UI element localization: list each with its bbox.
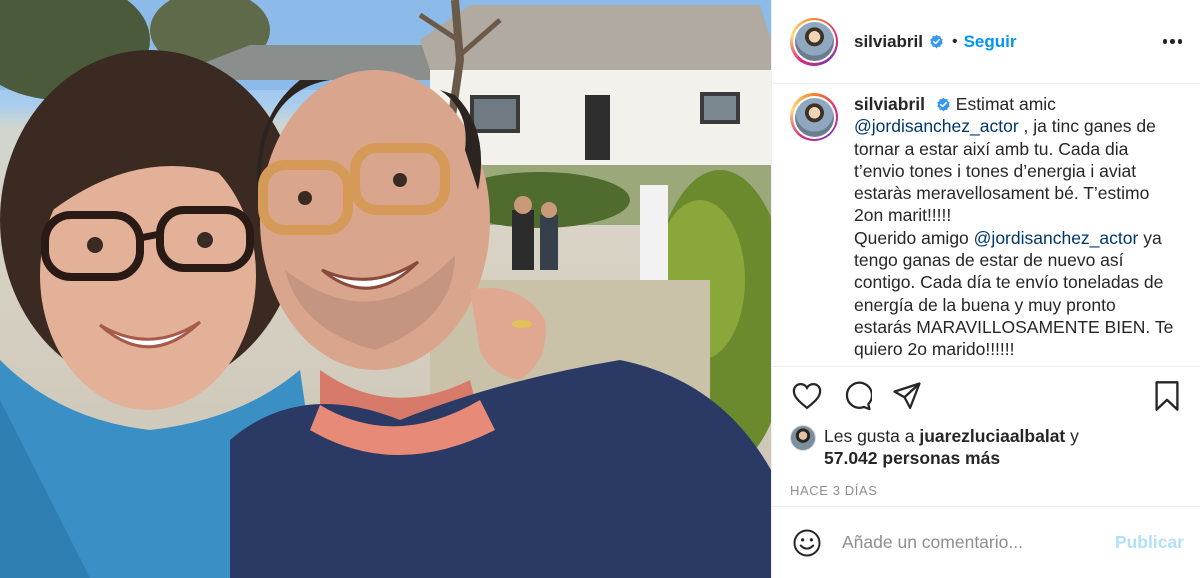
comment-bar: Publicar xyxy=(772,506,1200,578)
bookmark-icon[interactable] xyxy=(1150,379,1184,413)
liker-avatar[interactable] xyxy=(790,425,816,451)
post-side-panel: silviabril • Seguir silviabril Estimat a… xyxy=(771,0,1200,578)
emoji-icon[interactable] xyxy=(790,526,824,560)
likes-conjunction: y xyxy=(1070,426,1079,446)
caption-text: silviabril Estimat amic @jordisanchez_ac… xyxy=(854,93,1174,361)
post-photo[interactable] xyxy=(0,0,771,578)
follow-button[interactable]: Seguir xyxy=(964,32,1017,52)
post-header: silviabril • Seguir xyxy=(772,0,1200,84)
post-actions-section: Les gusta a juarezluciaalbalat y 57.042 … xyxy=(772,366,1200,503)
liker-username[interactable]: juarezluciaalbalat xyxy=(919,426,1065,446)
post-timestamp[interactable]: HACE 3 DÍAS xyxy=(790,483,1184,503)
action-bar xyxy=(790,367,1184,425)
comment-input[interactable] xyxy=(840,531,1115,554)
instagram-post: silviabril • Seguir silviabril Estimat a… xyxy=(0,0,1200,578)
caption-avatar[interactable] xyxy=(790,93,838,141)
heart-icon[interactable] xyxy=(790,379,824,413)
likes-prefix: Les gusta a xyxy=(824,426,915,446)
mention-link[interactable]: @jordisanchez_actor xyxy=(974,228,1139,248)
caption-username[interactable]: silviabril xyxy=(854,94,925,114)
share-icon[interactable] xyxy=(890,379,924,413)
caption-text-3: Querido amigo xyxy=(854,227,969,248)
mention-link[interactable]: @jordisanchez_actor xyxy=(854,116,1019,136)
verified-badge-icon xyxy=(937,97,950,112)
comment-icon[interactable] xyxy=(840,379,874,413)
more-options-icon[interactable] xyxy=(1161,33,1185,50)
likes-count[interactable]: 57.042 personas más xyxy=(824,447,1079,469)
header-username[interactable]: silviabril xyxy=(854,32,923,52)
verified-badge-icon xyxy=(930,34,943,49)
caption-area: silviabril Estimat amic @jordisanchez_ac… xyxy=(772,84,1200,366)
avatar-image xyxy=(794,22,834,61)
publish-button[interactable]: Publicar xyxy=(1115,532,1184,553)
likes-summary: Les gusta a juarezluciaalbalat y 57.042 … xyxy=(790,425,1184,469)
caption-text-1: Estimat amic xyxy=(955,94,1056,114)
photo-illustration xyxy=(0,0,771,578)
avatar[interactable] xyxy=(790,17,838,66)
separator-dot: • xyxy=(951,32,958,50)
